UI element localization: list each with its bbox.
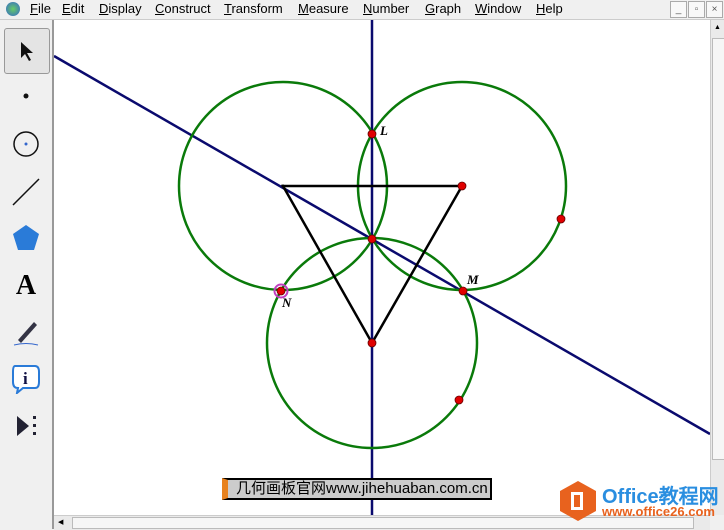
marker-tool[interactable] bbox=[4, 310, 48, 354]
arrow-tool[interactable] bbox=[4, 28, 50, 74]
menu-transform[interactable]: Transform bbox=[224, 1, 283, 16]
point-L[interactable] bbox=[367, 129, 377, 139]
sketch-drawing bbox=[54, 20, 710, 515]
menu-edit[interactable]: Edit bbox=[62, 1, 84, 16]
menu-window[interactable]: Window bbox=[475, 1, 521, 16]
office-logo-icon bbox=[560, 481, 596, 521]
toolbox: A i bbox=[0, 20, 54, 529]
sketch-canvas[interactable]: L M N bbox=[54, 20, 710, 515]
point-on-bottom-circle[interactable] bbox=[454, 395, 464, 405]
caption-text[interactable]: 几何画板官网www.jihehuaban.com.cn bbox=[222, 478, 492, 500]
watermark-url: www.office26.com bbox=[602, 504, 715, 519]
label-L[interactable]: L bbox=[380, 123, 388, 139]
menu-bar: File Edit Display Construct Transform Me… bbox=[0, 0, 724, 20]
point-N[interactable] bbox=[276, 286, 286, 296]
circle-icon bbox=[13, 131, 39, 157]
point-center[interactable] bbox=[367, 234, 377, 244]
scroll-thumb[interactable] bbox=[712, 38, 724, 460]
compass-tool[interactable] bbox=[4, 122, 48, 166]
minimize-button[interactable]: _ bbox=[670, 1, 687, 18]
line-segment-icon bbox=[12, 178, 40, 206]
point-vertex-right[interactable] bbox=[457, 181, 467, 191]
scroll-left-icon[interactable]: ◀ bbox=[58, 518, 63, 526]
label-M[interactable]: M bbox=[467, 272, 479, 288]
app-icon bbox=[6, 2, 20, 16]
info-icon: i bbox=[12, 365, 40, 394]
point-on-right-circle[interactable] bbox=[556, 214, 566, 224]
menu-help[interactable]: Help bbox=[536, 1, 563, 16]
point-vertex-bottom[interactable] bbox=[367, 338, 377, 348]
close-button[interactable]: × bbox=[706, 1, 723, 18]
svg-text:i: i bbox=[23, 369, 28, 388]
arrow-icon bbox=[21, 42, 33, 61]
point-M[interactable] bbox=[458, 286, 468, 296]
menu-file[interactable]: File bbox=[30, 1, 51, 16]
straightedge-tool[interactable] bbox=[4, 170, 48, 214]
watermark: Office教程网 www.office26.com bbox=[558, 480, 724, 521]
vertical-scrollbar[interactable]: ▲ bbox=[710, 20, 724, 515]
custom-tool-icon bbox=[17, 416, 36, 436]
custom-tool[interactable] bbox=[4, 404, 48, 448]
polygon-icon bbox=[13, 225, 39, 250]
menu-graph[interactable]: Graph bbox=[425, 1, 461, 16]
line-diagonal[interactable] bbox=[54, 54, 710, 436]
point-vertex-left[interactable] bbox=[281, 184, 285, 188]
point-tool[interactable] bbox=[4, 74, 48, 118]
text-tool[interactable]: A bbox=[4, 264, 48, 308]
polygon-tool[interactable] bbox=[4, 216, 48, 260]
point-icon bbox=[23, 93, 29, 99]
menu-display[interactable]: Display bbox=[99, 1, 142, 16]
marker-icon bbox=[13, 322, 39, 346]
restore-button[interactable]: ▫ bbox=[688, 1, 705, 18]
menu-number[interactable]: Number bbox=[363, 1, 409, 16]
label-N[interactable]: N bbox=[282, 295, 291, 311]
scroll-up-icon[interactable]: ▲ bbox=[714, 24, 721, 31]
menu-measure[interactable]: Measure bbox=[298, 1, 349, 16]
information-tool[interactable]: i bbox=[4, 356, 48, 400]
menu-construct[interactable]: Construct bbox=[155, 1, 211, 16]
